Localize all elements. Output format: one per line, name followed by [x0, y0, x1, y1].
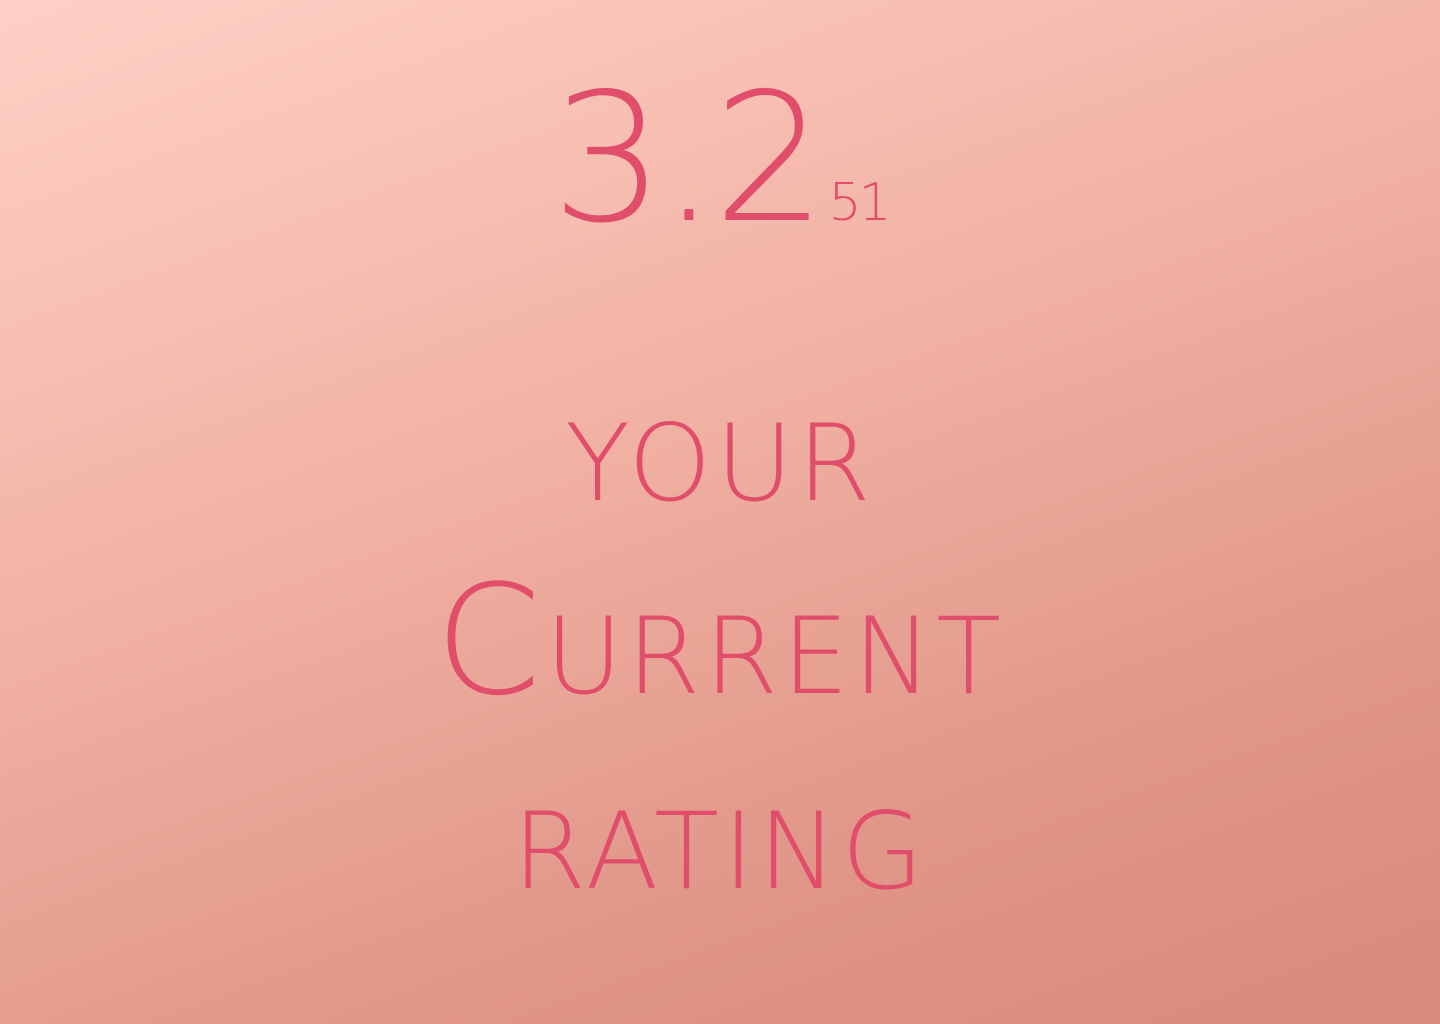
rating-count: 51 [828, 173, 891, 233]
caption-line-your: Your [565, 359, 875, 536]
rating-value: 3.2 [551, 55, 826, 262]
caption-line-current: Current [434, 552, 1006, 729]
caption-line-rating: Rating [512, 747, 928, 924]
rating-display: 3.2 51 [0, 70, 1440, 248]
rating-screen: 3.2 51 Your Current Rating [0, 0, 1440, 1024]
